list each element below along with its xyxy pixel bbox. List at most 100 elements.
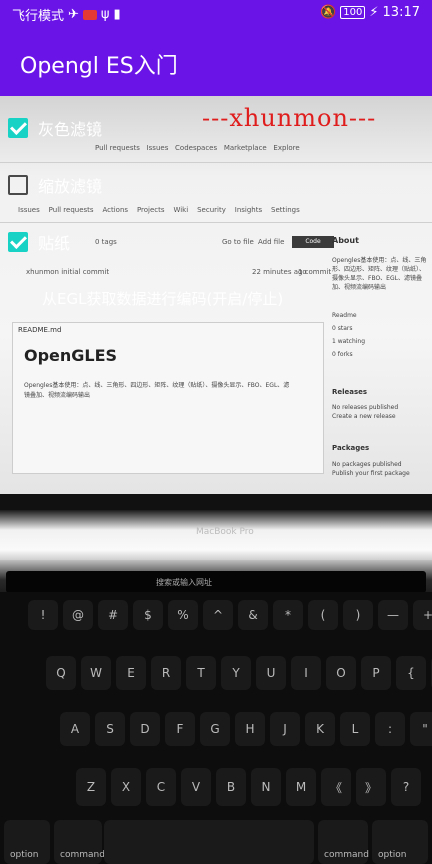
key-r3-0-label: A	[70, 722, 80, 736]
key-r1-11-label: +	[422, 608, 432, 622]
key-r4-2: C	[146, 768, 176, 806]
key-r3-5-label: H	[245, 722, 255, 736]
touch-bar: 搜索或输入网址	[6, 571, 426, 593]
egl-encode-toggle[interactable]: 从EGL获取数据进行编码(开启/停止)	[42, 288, 283, 309]
key-r1-5: ^	[203, 600, 233, 630]
key-r2-0: Q	[46, 656, 76, 690]
tab-actions: Actions	[102, 206, 129, 214]
readme-file: README.md	[18, 326, 62, 334]
key-r1-6-label: &	[248, 608, 258, 622]
key-r3-8-label: L	[351, 722, 359, 736]
releases-title: Releases	[332, 388, 368, 396]
key-r3-10-label: "	[422, 722, 428, 736]
about-stars: 0 stars	[332, 325, 353, 332]
key-r4-7: 《	[321, 768, 351, 806]
key-r3-4-label: G	[210, 722, 220, 736]
nav-issues: Issues	[146, 144, 169, 152]
packages-link: Publish your first package	[332, 470, 410, 477]
key-r2-7-label: I	[304, 666, 308, 680]
readme-desc: Opengles基本使用：点、线、三角形、四边形、矩阵、纹理（贴纸）、摄像头显示…	[24, 382, 290, 399]
commit-count: 1 commit	[298, 268, 332, 276]
key-r1-8-label: (	[320, 608, 326, 622]
status-right: 🔕 100 ⚡ 13:17	[320, 5, 420, 20]
key-r1-9-label: )	[355, 608, 361, 622]
nav-explore: Explore	[273, 144, 300, 152]
key-r3-3: F	[165, 712, 195, 746]
about-desc: Opengles基本使用：点、线、三角形、四边形、矩阵、纹理（贴纸）、摄像头显示…	[332, 257, 427, 291]
tab-insights: Insights	[234, 206, 263, 214]
tab-pull-requests: Pull requests	[48, 206, 94, 214]
key-r1-10: —	[378, 600, 408, 630]
charging-icon: ⚡	[369, 5, 379, 20]
key-r3-5: H	[235, 712, 265, 746]
key-r1-9: )	[343, 600, 373, 630]
go-to-file: Go to file	[222, 238, 254, 246]
key-r2-8: O	[326, 656, 356, 690]
status-left: 飞行模式 ✈ ψ ▮	[12, 5, 121, 24]
key-r2-2: E	[116, 656, 146, 690]
key-r2-8-label: O	[336, 666, 346, 680]
nav-marketplace: Marketplace	[223, 144, 267, 152]
tags-count: 0 tags	[95, 238, 117, 246]
tab-issues: Issues	[18, 206, 40, 214]
code-button: Code	[292, 236, 334, 248]
key-r1-7: *	[273, 600, 303, 630]
mute-bell-icon: 🔕	[320, 5, 337, 20]
key-r2-9-label: P	[372, 666, 380, 680]
sticker-checkbox[interactable]	[8, 232, 28, 252]
gray-filter-option[interactable]: 灰色滤镜	[8, 116, 102, 140]
zoom-filter-option[interactable]: 缩放滤镜	[8, 173, 102, 197]
key-r3-10: "	[410, 712, 432, 746]
key-r1-3-label: $	[144, 608, 152, 622]
key-r3-4: G	[200, 712, 230, 746]
key-r1-2: #	[98, 600, 128, 630]
key-space	[104, 820, 314, 864]
gray-filter-checkbox[interactable]	[8, 118, 28, 138]
about-watching: 1 watching	[332, 338, 366, 345]
repo-tabs: Issues Pull requests Actions Projects Wi…	[18, 206, 300, 214]
key-r4-0-label: Z	[86, 780, 96, 794]
clipboard-icon: ▮	[113, 7, 121, 22]
key-r4-2-label: C	[156, 780, 166, 794]
key-option-right: option	[372, 820, 428, 864]
zoom-filter-checkbox[interactable]	[8, 175, 28, 195]
sticker-option[interactable]: 贴纸	[8, 230, 70, 254]
key-option-left-label: option	[10, 850, 39, 860]
nav-pull-requests: Pull requests	[95, 144, 140, 152]
key-r1-3: $	[133, 600, 163, 630]
key-r3-8: L	[340, 712, 370, 746]
releases-desc: No releases published	[332, 404, 399, 411]
key-command-right-label: command	[324, 850, 369, 860]
laptop-bezel	[0, 494, 432, 510]
readme-title: OpenGLES	[24, 346, 118, 365]
key-r1-0-label: !	[40, 608, 46, 622]
key-r2-6: U	[256, 656, 286, 690]
commit-user: xhunmon initial commit	[26, 268, 110, 276]
key-r4-4: B	[216, 768, 246, 806]
key-r4-3-label: V	[191, 780, 201, 794]
about-readme: Readme	[332, 312, 357, 319]
key-r4-3: V	[181, 768, 211, 806]
key-command-left-label: command	[60, 850, 105, 860]
battery-indicator: 100	[340, 6, 366, 19]
gray-filter-label: 灰色滤镜	[38, 120, 103, 139]
key-r3-3-label: F	[176, 722, 184, 736]
key-r3-2: D	[130, 712, 160, 746]
sticker-label: 贴纸	[38, 234, 71, 253]
clock: 13:17	[382, 5, 420, 20]
key-r3-7-label: K	[316, 722, 324, 736]
screen-record-icon	[82, 9, 97, 20]
key-r3-7: K	[305, 712, 335, 746]
camera-preview: Pull requests Issues Codespaces Marketpl…	[0, 96, 432, 864]
key-r3-1-label: S	[106, 722, 114, 736]
key-r1-4: %	[168, 600, 198, 630]
packages-title: Packages	[332, 444, 370, 452]
tab-security: Security	[197, 206, 226, 214]
key-r1-10-label: —	[387, 608, 399, 622]
packages-desc: No packages published	[332, 461, 402, 468]
key-r1-8: (	[308, 600, 338, 630]
key-r1-0: !	[28, 600, 58, 630]
usb-icon: ψ	[100, 7, 110, 22]
key-r4-8: 》	[356, 768, 386, 806]
airplane-mode-text: 飞行模式	[12, 9, 65, 24]
